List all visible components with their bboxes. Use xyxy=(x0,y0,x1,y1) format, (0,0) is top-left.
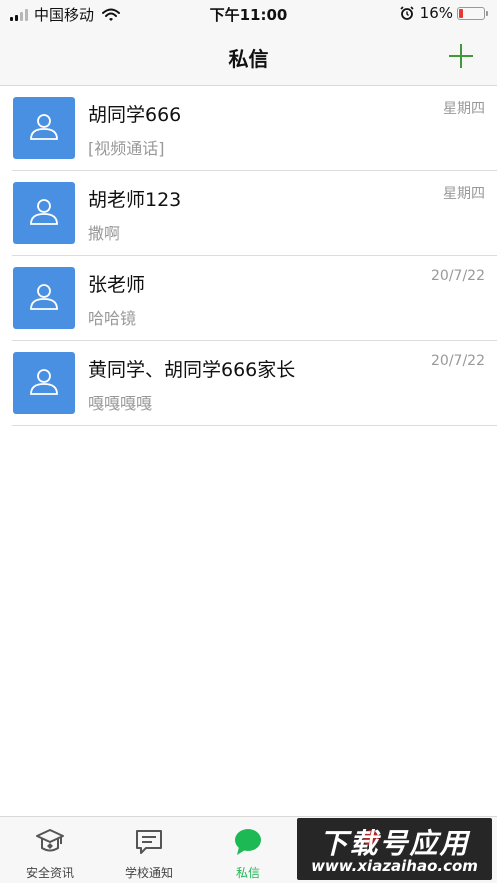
message-preview: [视频通话] xyxy=(88,139,165,158)
plus-icon[interactable] xyxy=(447,42,475,70)
watermark-logo: 下载号应用 www.xiazaihao.com xyxy=(297,818,492,880)
battery-fill xyxy=(459,8,463,18)
message-list: 胡同学666 [视频通话] 星期四 胡老师123 撒啊 星期四 张老师 哈哈镜 … xyxy=(0,86,497,426)
battery-percent: 16% xyxy=(419,4,453,22)
message-bubble-icon xyxy=(235,829,261,855)
tab-label: 学校通知 xyxy=(124,866,173,880)
notice-chat-icon xyxy=(136,830,162,854)
user-icon xyxy=(30,284,58,310)
tab-label: 私信 xyxy=(235,866,260,880)
tab-safety-news[interactable]: 安全资讯 xyxy=(0,817,100,883)
wifi-icon xyxy=(102,8,121,21)
signal-icon xyxy=(10,8,28,21)
tab-label: 安全资讯 xyxy=(25,866,74,880)
graduation-cap-icon xyxy=(36,829,64,852)
avatar xyxy=(13,352,75,414)
watermark-title: 下载号应用 xyxy=(319,827,470,860)
avatar xyxy=(13,267,75,329)
message-time: 20/7/22 xyxy=(431,353,485,369)
page-title: 私信 xyxy=(228,47,269,71)
message-sender: 张老师 xyxy=(88,274,146,296)
alarm-icon xyxy=(400,6,414,20)
message-item[interactable]: 胡老师123 撒啊 星期四 xyxy=(0,171,497,256)
message-item[interactable]: 张老师 哈哈镜 20/7/22 xyxy=(0,256,497,341)
status-bar: 中国移动 下午11:00 16% xyxy=(0,0,497,28)
message-item[interactable]: 胡同学666 [视频通话] 星期四 xyxy=(0,86,497,171)
message-sender: 胡老师123 xyxy=(88,189,182,211)
tab-private-message[interactable]: 私信 xyxy=(198,817,298,883)
message-time: 20/7/22 xyxy=(431,268,485,284)
message-preview: 嘎嘎嘎嘎 xyxy=(88,394,153,413)
nav-bar: 私信 xyxy=(0,28,497,86)
message-time: 星期四 xyxy=(443,186,485,202)
avatar xyxy=(13,97,75,159)
message-item[interactable]: 黄同学、胡同学666家长 嘎嘎嘎嘎 20/7/22 xyxy=(0,341,497,426)
message-sender: 黄同学、胡同学666家长 xyxy=(88,359,296,381)
user-icon xyxy=(30,199,58,225)
divider xyxy=(12,425,497,426)
message-sender: 胡同学666 xyxy=(88,104,182,126)
tab-school-notice[interactable]: 学校通知 xyxy=(99,817,199,883)
carrier-label: 中国移动 xyxy=(34,6,95,24)
message-time: 星期四 xyxy=(443,101,485,117)
avatar xyxy=(13,182,75,244)
message-preview: 哈哈镜 xyxy=(88,309,137,328)
user-icon xyxy=(30,114,58,140)
status-left: 中国移动 xyxy=(10,4,121,25)
watermark-url: www.xiazaihao.com xyxy=(311,857,478,875)
user-icon xyxy=(30,369,58,395)
status-right: 16% xyxy=(400,4,488,22)
message-preview: 撒啊 xyxy=(88,224,121,243)
battery-icon xyxy=(457,6,488,20)
